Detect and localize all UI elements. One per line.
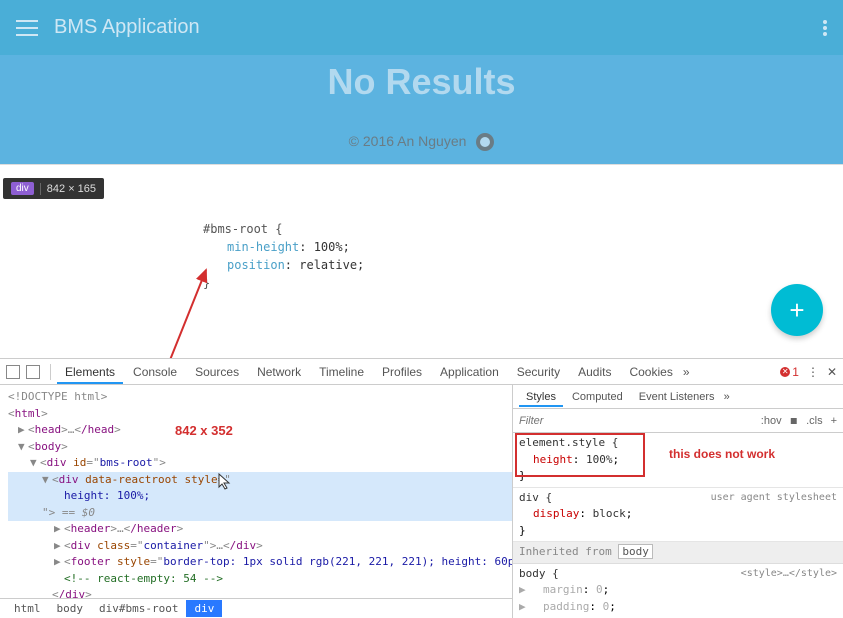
tab-profiles[interactable]: Profiles [374, 361, 430, 383]
badge-dims: 842 × 165 [47, 183, 96, 195]
hamburger-icon[interactable] [16, 20, 38, 36]
rule-div-ua: user agent stylesheet div { display: blo… [513, 488, 843, 543]
tab-event-listeners[interactable]: Event Listeners [632, 388, 722, 406]
filter-input[interactable] [519, 415, 753, 427]
badge-tag: div [11, 182, 34, 195]
footer-line: © 2016 An Nguyen [0, 133, 843, 151]
styles-tabs: Styles Computed Event Listeners » [513, 385, 843, 409]
app-viewport: BMS Application No Results © 2016 An Ngu… [0, 0, 843, 165]
crumb-body[interactable]: body [49, 600, 92, 617]
tab-security[interactable]: Security [509, 361, 568, 383]
annotation-dimensions: 842 x 352 [175, 421, 233, 441]
hov-toggle[interactable]: :hov [761, 415, 782, 427]
devtools: Elements Console Sources Network Timelin… [0, 358, 843, 618]
crumb-div[interactable]: div [186, 600, 222, 617]
styles-panel: Styles Computed Event Listeners » :hov ◆… [513, 385, 843, 618]
github-icon[interactable] [476, 133, 494, 151]
fab-add-button[interactable]: + [771, 284, 823, 336]
element-dimensions-badge: div 842 × 165 [3, 178, 104, 199]
crumb-html[interactable]: html [6, 600, 49, 617]
devtools-menu-icon[interactable]: ⋮ [807, 365, 819, 379]
dom-tree[interactable]: 842 x 352 <!DOCTYPE html> <html> ▶<head>… [0, 385, 512, 598]
dom-breadcrumb: html body div#bms-root div [0, 598, 512, 618]
plus-icon: + [789, 295, 804, 326]
tab-styles[interactable]: Styles [519, 388, 563, 407]
tab-cookies[interactable]: Cookies [621, 361, 680, 383]
copyright-text: © 2016 An Nguyen [349, 133, 467, 149]
inherited-from-header: Inherited from body [513, 542, 843, 564]
cls-toggle[interactable]: .cls [806, 415, 823, 427]
app-title: BMS Application [54, 16, 823, 39]
tab-application[interactable]: Application [432, 361, 507, 383]
kebab-menu-icon[interactable] [823, 20, 827, 36]
app-header: BMS Application [0, 0, 843, 55]
rule-body: <style>…</style> body { ▶margin: 0; ▶pad… [513, 564, 843, 618]
elements-panel: 842 x 352 <!DOCTYPE html> <html> ▶<head>… [0, 385, 513, 618]
tab-computed[interactable]: Computed [565, 388, 630, 406]
error-count[interactable]: ✕1 [780, 365, 799, 379]
annotation-note: this does not work [669, 445, 775, 463]
cursor-icon [218, 473, 232, 491]
tab-timeline[interactable]: Timeline [311, 361, 372, 383]
tabs-overflow-icon[interactable]: » [683, 365, 690, 379]
styles-rules[interactable]: this does not work element.style { heigh… [513, 433, 843, 618]
crumb-bmsroot[interactable]: div#bms-root [91, 600, 186, 617]
styles-filter-bar: :hov ◆ .cls + [513, 409, 843, 433]
pin-icon[interactable]: ◆ [786, 413, 801, 428]
tab-audits[interactable]: Audits [570, 361, 619, 383]
styles-tabs-overflow-icon[interactable]: » [724, 391, 730, 403]
tab-console[interactable]: Console [125, 361, 185, 383]
tab-elements[interactable]: Elements [57, 361, 123, 384]
new-rule-icon[interactable]: + [831, 415, 837, 427]
inspect-icon[interactable] [6, 365, 20, 379]
inherit-body-link[interactable]: body [618, 544, 653, 559]
tab-network[interactable]: Network [249, 361, 309, 383]
rule-element-style: this does not work element.style { heigh… [513, 433, 843, 488]
devtools-close-icon[interactable]: ✕ [827, 365, 837, 379]
no-results-heading: No Results [0, 61, 843, 103]
devtools-tabs: Elements Console Sources Network Timelin… [0, 359, 843, 385]
tab-sources[interactable]: Sources [187, 361, 247, 383]
css-tooltip: #bms-root { min-height: 100%; position: … [203, 220, 378, 292]
device-toggle-icon[interactable] [26, 365, 40, 379]
